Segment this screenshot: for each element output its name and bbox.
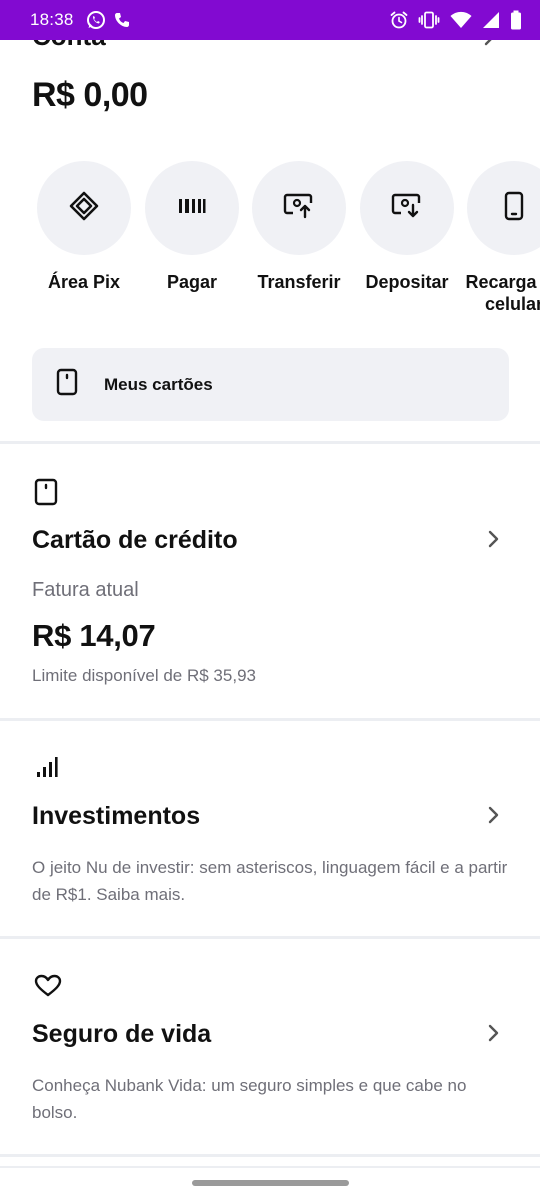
transfer-icon bbox=[283, 193, 315, 224]
investments-title: Investimentos bbox=[32, 802, 201, 830]
action-pagar[interactable]: Pagar bbox=[145, 161, 239, 293]
divider bbox=[0, 1166, 540, 1168]
life-insurance-section[interactable]: Seguro de vida Conheça Nubank Vida: um s… bbox=[0, 939, 540, 1154]
credit-card-section[interactable]: Cartão de crédito Fatura atual R$ 14,07 … bbox=[0, 444, 540, 718]
status-notification-icons bbox=[86, 10, 130, 30]
home-indicator[interactable] bbox=[192, 1180, 349, 1186]
alarm-icon bbox=[390, 11, 408, 29]
action-recarga-label: Recarga de celular bbox=[465, 272, 540, 314]
account-balance: R$ 0,00 bbox=[32, 76, 148, 114]
life-insurance-title: Seguro de vida bbox=[32, 1020, 212, 1048]
battery-icon bbox=[510, 10, 522, 30]
pix-icon bbox=[68, 190, 100, 227]
investments-section[interactable]: Investimentos O jeito Nu de investir: se… bbox=[0, 721, 540, 936]
action-transferir[interactable]: Transferir bbox=[252, 161, 346, 293]
status-bar: 18:38 bbox=[0, 0, 540, 40]
card-icon bbox=[56, 368, 78, 401]
home-screen: Conta R$ 0,00 Área Pix bbox=[0, 0, 540, 1200]
invoice-label: Fatura atual bbox=[32, 579, 139, 601]
action-area-pix[interactable]: Área Pix bbox=[37, 161, 131, 293]
action-pagar-circle[interactable] bbox=[145, 161, 239, 255]
wifi-icon bbox=[450, 11, 472, 29]
phone-recharge-icon bbox=[504, 191, 524, 226]
phone-icon bbox=[114, 12, 130, 28]
quick-actions-row[interactable]: Área Pix Pagar Transferir Depositar Reca… bbox=[37, 161, 540, 331]
deposit-icon bbox=[391, 193, 423, 224]
status-system-icons bbox=[390, 10, 522, 30]
action-recarga-circle[interactable] bbox=[467, 161, 540, 255]
action-depositar[interactable]: Depositar bbox=[360, 161, 454, 293]
action-recarga-celular[interactable]: Recarga de celular bbox=[465, 161, 540, 315]
signal-icon bbox=[482, 11, 500, 29]
bar-chart-icon bbox=[36, 756, 58, 783]
my-cards-label: Meus cartões bbox=[104, 374, 213, 394]
vibrate-icon bbox=[418, 11, 440, 29]
action-transferir-circle[interactable] bbox=[252, 161, 346, 255]
available-limit: Limite disponível de R$ 35,93 bbox=[32, 666, 256, 685]
heart-icon bbox=[34, 974, 62, 1003]
credit-card-icon bbox=[34, 478, 58, 511]
chevron-right-icon[interactable] bbox=[488, 806, 500, 829]
investments-description: O jeito Nu de investir: sem asteriscos, … bbox=[32, 858, 508, 904]
whatsapp-icon bbox=[86, 10, 106, 30]
chevron-right-icon[interactable] bbox=[488, 530, 500, 553]
invoice-value: R$ 14,07 bbox=[32, 618, 156, 653]
life-insurance-description: Conheça Nubank Vida: um seguro simples e… bbox=[32, 1076, 467, 1122]
action-area-pix-circle[interactable] bbox=[37, 161, 131, 255]
barcode-icon bbox=[178, 198, 206, 219]
divider bbox=[0, 1154, 540, 1157]
my-cards-button[interactable]: Meus cartões bbox=[32, 348, 509, 421]
status-time: 18:38 bbox=[30, 10, 74, 29]
action-depositar-circle[interactable] bbox=[360, 161, 454, 255]
credit-card-title: Cartão de crédito bbox=[32, 526, 238, 554]
chevron-right-icon[interactable] bbox=[488, 1024, 500, 1047]
